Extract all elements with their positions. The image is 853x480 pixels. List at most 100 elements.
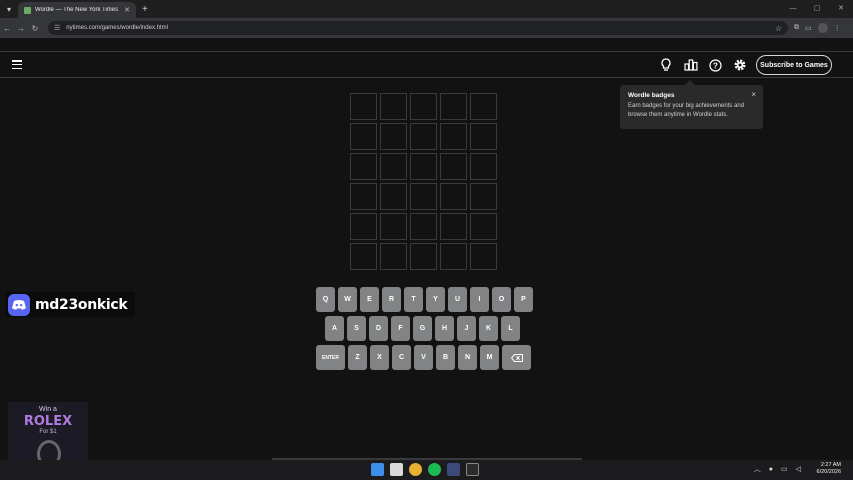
ad-line-3: For $1 <box>39 429 57 435</box>
key-enter[interactable]: ENTER <box>316 345 345 370</box>
start-icon[interactable] <box>371 463 384 476</box>
board-tile <box>440 93 467 120</box>
board-tile <box>350 153 377 180</box>
browser-tab[interactable]: Wordle — The New York Times ✕ <box>18 2 136 18</box>
volume-icon[interactable]: ◁ <box>796 465 801 473</box>
system-clock[interactable]: 2:27 AM 6/20/2026 <box>817 462 841 476</box>
chrome-icon[interactable] <box>409 463 422 476</box>
key-m[interactable]: M <box>480 345 499 370</box>
minimize-icon[interactable]: — <box>781 0 805 18</box>
maximize-icon[interactable]: ▢ <box>805 0 829 18</box>
key-s[interactable]: S <box>347 316 366 341</box>
window-controls: — ▢ ✕ <box>781 0 853 18</box>
key-q[interactable]: Q <box>316 287 335 312</box>
extensions-icon[interactable]: ⧉ <box>794 24 799 32</box>
keyboard-row-3: ENTER ZXCVBNM <box>316 345 531 370</box>
network-icon[interactable]: ▭ <box>781 465 788 473</box>
spotify-icon[interactable] <box>428 463 441 476</box>
board-tile <box>440 213 467 240</box>
menu-icon[interactable] <box>12 60 22 69</box>
board-tile <box>440 183 467 210</box>
board-tile <box>410 213 437 240</box>
board-tile <box>380 213 407 240</box>
reload-icon[interactable]: ↻ <box>28 24 42 33</box>
key-d[interactable]: D <box>369 316 388 341</box>
tray-chevron-icon[interactable]: ︿ <box>754 464 761 474</box>
sidepanel-icon[interactable]: ▭ <box>805 24 812 32</box>
terminal-icon[interactable] <box>466 463 479 476</box>
site-info-icon[interactable]: ☰ <box>54 24 60 32</box>
browser-menu-icon[interactable]: ⋮ <box>834 24 841 32</box>
board-tile <box>380 153 407 180</box>
board-tile <box>470 183 497 210</box>
forward-icon[interactable]: → <box>14 24 28 33</box>
new-tab-button[interactable]: + <box>142 4 148 15</box>
back-icon[interactable]: ← <box>0 24 14 33</box>
browser-tab-bar: ▾ Wordle — The New York Times ✕ + — ▢ ✕ <box>0 0 853 18</box>
board-tile <box>410 123 437 150</box>
key-j[interactable]: J <box>457 316 476 341</box>
url-text: nytimes.com/games/wordle/index.html <box>66 25 168 31</box>
tab-close-icon[interactable]: ✕ <box>124 6 130 14</box>
key-h[interactable]: H <box>435 316 454 341</box>
gear-icon[interactable] <box>732 57 748 73</box>
key-z[interactable]: Z <box>348 345 367 370</box>
board-tile <box>350 213 377 240</box>
key-o[interactable]: O <box>492 287 511 312</box>
board-tile <box>380 243 407 270</box>
board-tile <box>440 123 467 150</box>
address-bar[interactable]: ☰ nytimes.com/games/wordle/index.html ☆ <box>48 21 788 35</box>
key-a[interactable]: A <box>325 316 344 341</box>
key-f[interactable]: F <box>391 316 410 341</box>
bookmark-star-icon[interactable]: ☆ <box>775 24 782 33</box>
profile-avatar[interactable] <box>817 23 828 33</box>
board-tile <box>350 183 377 210</box>
tab-search-icon[interactable]: ▾ <box>0 0 18 18</box>
key-k[interactable]: K <box>479 316 498 341</box>
board-tile <box>350 243 377 270</box>
board-tile <box>350 93 377 120</box>
browser-toolbar: ← → ↻ ☰ nytimes.com/games/wordle/index.h… <box>0 18 853 38</box>
board-tile <box>410 153 437 180</box>
board-tile <box>380 93 407 120</box>
keyboard-row-1: QWERTYUIOP <box>316 287 533 312</box>
key-x[interactable]: X <box>370 345 389 370</box>
backspace-icon[interactable] <box>502 345 531 370</box>
app-icon[interactable] <box>447 463 460 476</box>
key-g[interactable]: G <box>413 316 432 341</box>
browser-tools: ⧉ ▭ ⋮ <box>794 23 841 33</box>
board-tile <box>410 93 437 120</box>
subscribe-button[interactable]: Subscribe to Games <box>756 55 832 75</box>
board-tile <box>380 183 407 210</box>
file-explorer-icon[interactable] <box>390 463 403 476</box>
key-p[interactable]: P <box>514 287 533 312</box>
key-n[interactable]: N <box>458 345 477 370</box>
key-r[interactable]: R <box>382 287 401 312</box>
windows-taskbar: ︿ ● ▭ ◁ 2:27 AM 6/20/2026 <box>0 460 853 480</box>
key-c[interactable]: C <box>392 345 411 370</box>
key-t[interactable]: T <box>404 287 423 312</box>
tooltip-body: Earn badges for your big achievements an… <box>628 103 745 118</box>
board-tile <box>440 243 467 270</box>
board-tile <box>410 183 437 210</box>
microphone-icon[interactable]: ● <box>769 466 773 473</box>
system-tray: ︿ ● ▭ ◁ <box>754 464 801 474</box>
key-b[interactable]: B <box>436 345 455 370</box>
board-tile <box>470 213 497 240</box>
help-icon[interactable]: ? <box>707 57 723 73</box>
key-w[interactable]: W <box>338 287 357 312</box>
key-v[interactable]: V <box>414 345 433 370</box>
key-e[interactable]: E <box>360 287 379 312</box>
key-u[interactable]: U <box>448 287 467 312</box>
discord-username: md23onkick <box>35 296 128 313</box>
key-i[interactable]: I <box>470 287 489 312</box>
board-tile <box>470 153 497 180</box>
key-y[interactable]: Y <box>426 287 445 312</box>
key-l[interactable]: L <box>501 316 520 341</box>
lightbulb-icon[interactable] <box>658 57 674 73</box>
close-window-icon[interactable]: ✕ <box>829 0 853 18</box>
close-icon[interactable]: × <box>751 90 756 99</box>
discord-overlay: md23onkick <box>5 292 135 317</box>
board-tile <box>410 243 437 270</box>
stats-icon[interactable] <box>683 57 699 73</box>
